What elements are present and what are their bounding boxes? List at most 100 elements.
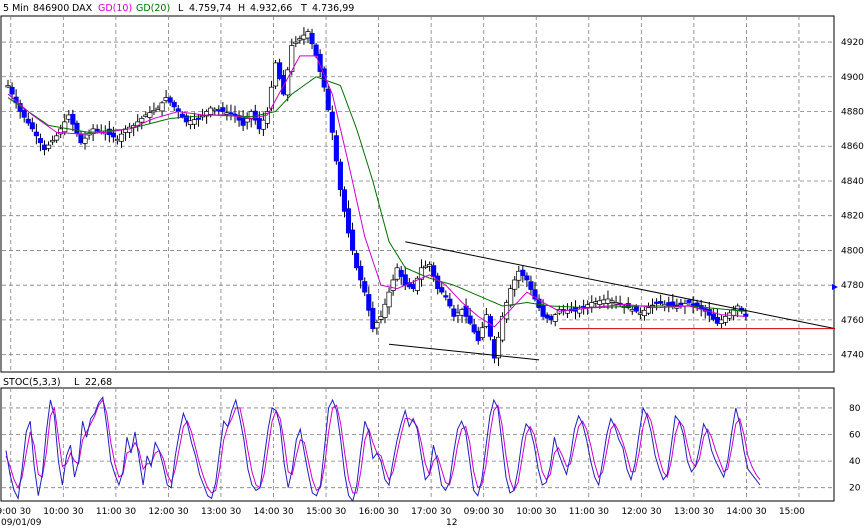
candle-down <box>431 265 437 277</box>
candle-down <box>29 122 35 130</box>
candle-down <box>350 229 356 251</box>
candle-down <box>528 281 534 290</box>
candle-down <box>658 301 664 304</box>
candle-up <box>479 327 485 338</box>
candle-up <box>645 307 652 314</box>
candle-down <box>686 299 692 303</box>
candle-down <box>37 138 43 144</box>
candle-down <box>435 275 441 289</box>
candle-up <box>54 135 60 141</box>
candle-up <box>50 140 56 143</box>
candle-down <box>70 113 76 125</box>
date-label-2: 12 <box>446 518 457 528</box>
candle-up <box>386 291 392 308</box>
time-tick-label: 11:00 30 <box>569 507 610 517</box>
candle-down <box>358 265 364 281</box>
candle-down <box>366 294 372 311</box>
price-tick-label: 4920 <box>841 38 864 48</box>
candle-down <box>341 189 348 212</box>
header-high-label: H <box>238 3 245 14</box>
candle-up <box>159 102 165 112</box>
candle-down <box>329 112 335 133</box>
candle-down <box>74 122 80 134</box>
price-tick-label: 4840 <box>841 177 864 187</box>
time-tick-label: 11:00 30 <box>96 507 137 517</box>
candle-down <box>195 117 202 120</box>
price-tick-label: 4780 <box>841 281 864 291</box>
candle-down <box>9 86 15 95</box>
candle-down <box>345 208 352 234</box>
price-tick-label: 4820 <box>841 212 864 222</box>
candle-up <box>45 144 52 149</box>
candle-down <box>94 128 100 132</box>
header-gd10: GD(10) <box>98 3 132 14</box>
candle-up <box>62 121 68 133</box>
candle-up <box>147 112 153 118</box>
candle-down <box>524 275 530 281</box>
last-price-marker-icon <box>832 284 838 290</box>
candle-down <box>309 33 315 45</box>
candle-up <box>508 288 514 306</box>
time-tick-label: 15:00 30 <box>306 507 347 517</box>
price-tick-label: 4900 <box>841 73 864 83</box>
price-tick-label: 4800 <box>841 246 864 256</box>
gd20-line <box>7 76 746 312</box>
candle-down <box>362 281 368 293</box>
candle-up <box>552 314 558 322</box>
header-symbol: DAX <box>72 3 93 14</box>
header-low-label: L <box>178 3 184 14</box>
osc-name: STOC(5,3,3) <box>3 377 61 388</box>
candle-up <box>5 85 11 88</box>
candle-up <box>512 279 518 290</box>
osc-tick-label: 60 <box>849 431 861 441</box>
oscillator-axis: 20 40 60 80 <box>849 404 861 494</box>
candle-down <box>220 107 226 112</box>
candle-down <box>171 101 177 108</box>
candle-down <box>110 132 116 138</box>
candle-down <box>467 315 473 324</box>
candle-up <box>390 279 396 291</box>
candle-down <box>354 252 360 269</box>
chart-canvas: 4740 4760 4780 4800 4820 4840 4860 4880 4900 4920… <box>0 3 864 528</box>
header-code: 846900 <box>33 3 69 14</box>
candle-up <box>191 119 198 125</box>
time-tick-label: 12:00 30 <box>148 507 189 517</box>
time-tick-label: 09:00 30 <box>464 507 505 517</box>
time-tick-label: 13:00 30 <box>201 507 242 517</box>
candle-down <box>33 131 39 137</box>
candle-down <box>447 298 453 307</box>
candle-up <box>285 69 291 96</box>
candle-down <box>443 295 449 298</box>
time-tick-label: 13:00 30 <box>674 507 715 517</box>
candle-up <box>118 133 125 142</box>
candle-down <box>633 305 639 312</box>
candle-up <box>82 137 88 144</box>
time-tick-label: 15:00 <box>779 507 805 517</box>
candle-down <box>487 316 493 337</box>
stochastic-series <box>5 396 761 503</box>
candle-up <box>293 41 299 44</box>
price-tick-label: 4760 <box>841 316 864 326</box>
osc-tick-label: 40 <box>849 457 861 467</box>
candle-up <box>139 118 145 123</box>
header-high-value: 4.932,66 <box>250 3 292 14</box>
candle-down <box>439 287 445 293</box>
osc-last-label: L <box>74 377 80 388</box>
header-gd20: GD(20) <box>136 3 170 14</box>
trendline <box>389 343 540 361</box>
time-tick-label: 09:00 30 <box>0 507 31 517</box>
time-axis: 09:00 30 10:00 30 11:00 30 12:00 30 13:00 30… <box>0 507 805 517</box>
osc-last-value: 22,68 <box>85 377 112 388</box>
price-tick-label: 4880 <box>841 108 864 118</box>
time-tick-label: 16:00 30 <box>359 507 400 517</box>
time-tick-label: 10:00 30 <box>43 507 84 517</box>
header-close-label: T <box>300 3 307 14</box>
candle-down <box>520 269 526 276</box>
price-axis: 4740 4760 4780 4800 4820 4840 4860 4880 4900 4920 <box>841 38 864 361</box>
osc-tick-label: 20 <box>849 484 861 494</box>
candle-down <box>21 110 27 118</box>
candle-up <box>374 322 380 329</box>
header-low-value: 4.759,74 <box>189 3 231 14</box>
header-interval: 5 Min <box>3 3 29 14</box>
candle-up <box>151 110 157 113</box>
